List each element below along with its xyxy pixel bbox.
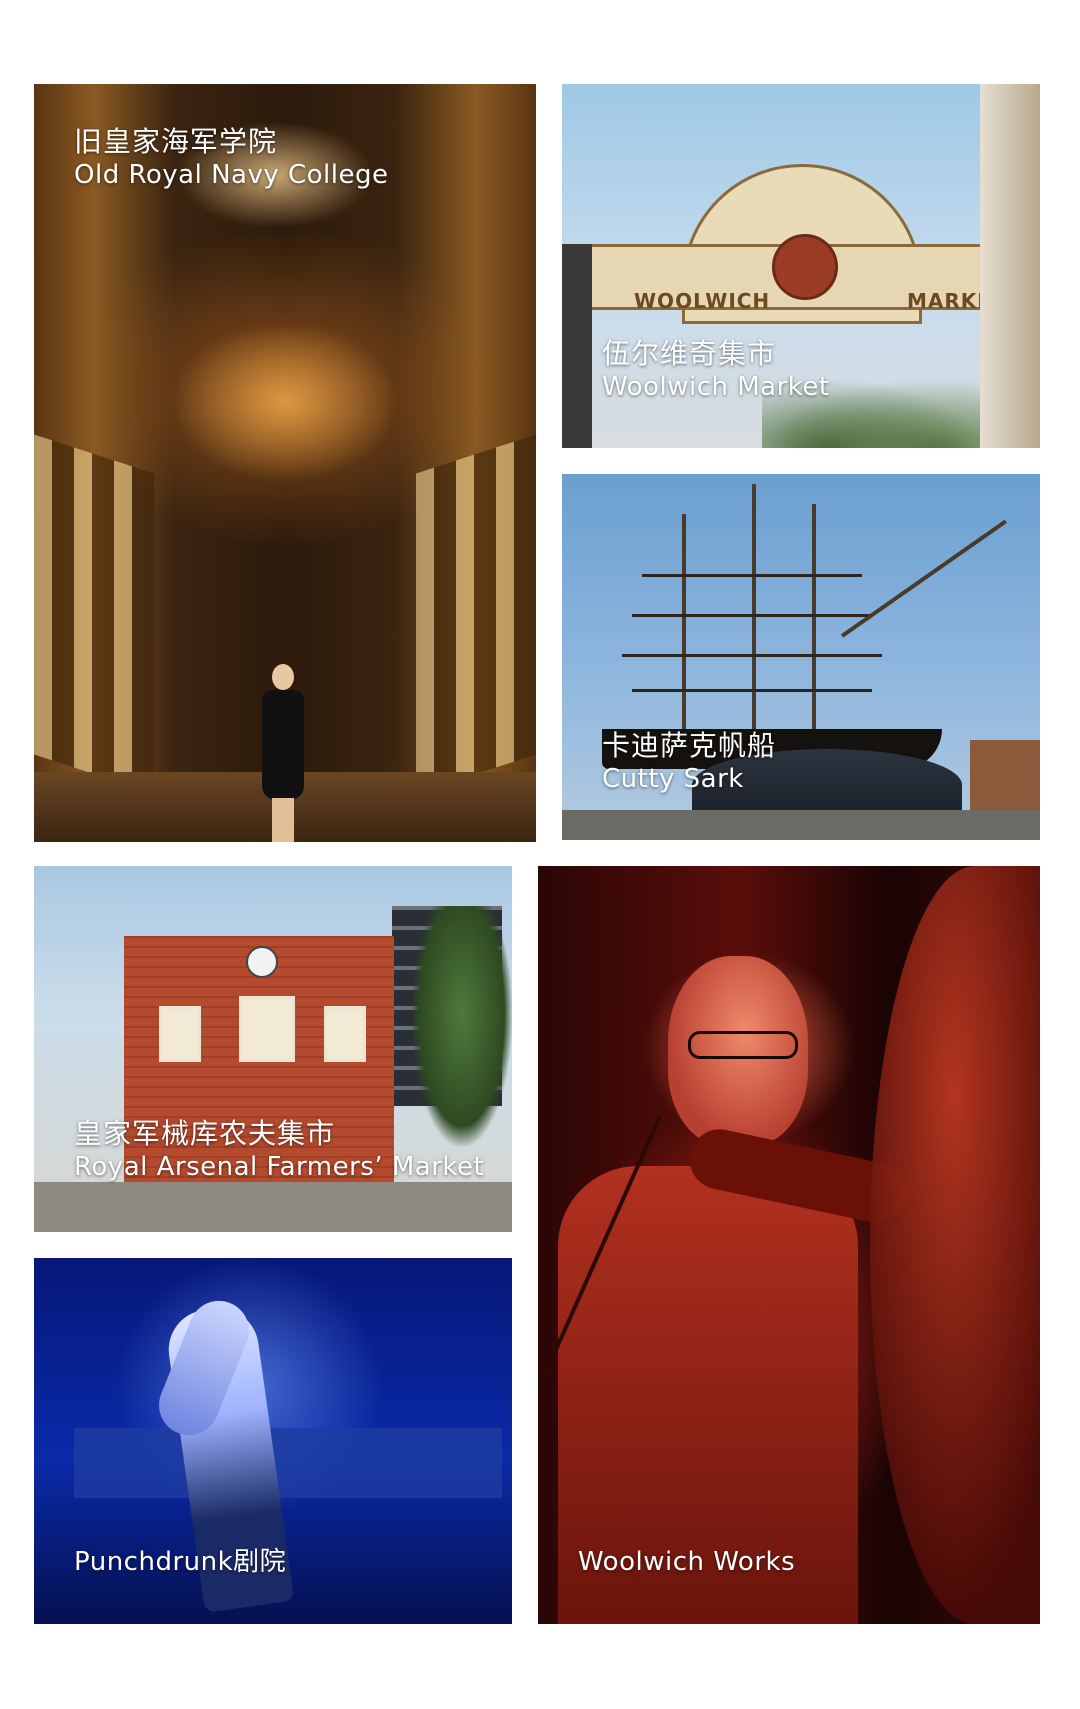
figure-dress bbox=[262, 690, 304, 800]
caption-en: Old Royal Navy College bbox=[74, 160, 389, 190]
gate-seal bbox=[772, 234, 838, 300]
yard bbox=[632, 689, 872, 692]
window bbox=[159, 1006, 201, 1062]
ground bbox=[562, 810, 1040, 840]
gate-sign-left: WOOLWICH bbox=[634, 289, 771, 313]
glasses-icon bbox=[688, 1031, 798, 1059]
caption-zh: 卡迪萨克帆船 bbox=[602, 729, 777, 762]
brick-building bbox=[970, 740, 1040, 810]
caption-cutty: 卡迪萨克帆船 Cutty Sark bbox=[602, 728, 776, 796]
photo-punchdrunk-theatre: Punchdrunk剧院 bbox=[34, 1258, 512, 1624]
yard bbox=[622, 654, 882, 657]
caption-arsenal: 皇家军械库农夫集市 Royal Arsenal Farmers’ Market bbox=[74, 1116, 484, 1184]
hall-windows-right bbox=[416, 434, 536, 794]
figure-head bbox=[272, 664, 294, 690]
photo-woolwich-works: Woolwich Works bbox=[538, 866, 1040, 1624]
caption-works: Woolwich Works bbox=[578, 1546, 795, 1579]
photo-royal-arsenal-farmers-market: 皇家军械库农夫集市 Royal Arsenal Farmers’ Market bbox=[34, 866, 512, 1232]
photo-woolwich-market: WOOLWICH MARKET 伍尔维奇集市 Woolwich Market bbox=[562, 84, 1040, 448]
caption-en: Royal Arsenal Farmers’ Market bbox=[74, 1152, 485, 1182]
yard bbox=[642, 574, 862, 577]
caption-zh: 伍尔维奇集市 bbox=[602, 337, 777, 370]
foreground-person bbox=[870, 866, 1040, 1624]
caption-en: Woolwich Market bbox=[602, 372, 830, 402]
violinist-scene bbox=[538, 866, 1040, 1624]
gate-post-left bbox=[562, 244, 592, 448]
tree bbox=[412, 906, 512, 1146]
caption-zh: 旧皇家海军学院 bbox=[74, 125, 278, 158]
stage-table bbox=[74, 1428, 502, 1498]
mast-aft bbox=[682, 514, 686, 744]
clock-icon bbox=[246, 946, 278, 978]
hall-windows-left bbox=[34, 434, 154, 794]
caption-zh: 皇家军械库农夫集市 bbox=[74, 1117, 336, 1150]
caption-market: 伍尔维奇集市 Woolwich Market bbox=[602, 336, 830, 404]
window bbox=[239, 996, 295, 1062]
standing-woman bbox=[258, 664, 308, 842]
caption-en: Punchdrunk剧院 bbox=[74, 1547, 287, 1577]
caption-en: Woolwich Works bbox=[578, 1547, 796, 1577]
painted-hall-scene bbox=[34, 84, 536, 842]
side-building bbox=[980, 84, 1040, 448]
caption-en: Cutty Sark bbox=[602, 764, 744, 794]
figure-legs bbox=[272, 798, 294, 842]
caption-navy: 旧皇家海军学院 Old Royal Navy College bbox=[74, 124, 389, 192]
bowsprit bbox=[840, 519, 1007, 638]
plaza bbox=[34, 1182, 512, 1232]
mast-fore bbox=[812, 504, 816, 744]
photo-old-royal-navy-college: 旧皇家海军学院 Old Royal Navy College bbox=[34, 84, 536, 842]
photo-cutty-sark: 卡迪萨克帆船 Cutty Sark bbox=[562, 474, 1040, 840]
window bbox=[324, 1006, 366, 1062]
caption-punchdrunk: Punchdrunk剧院 bbox=[74, 1546, 286, 1579]
yard bbox=[632, 614, 872, 617]
